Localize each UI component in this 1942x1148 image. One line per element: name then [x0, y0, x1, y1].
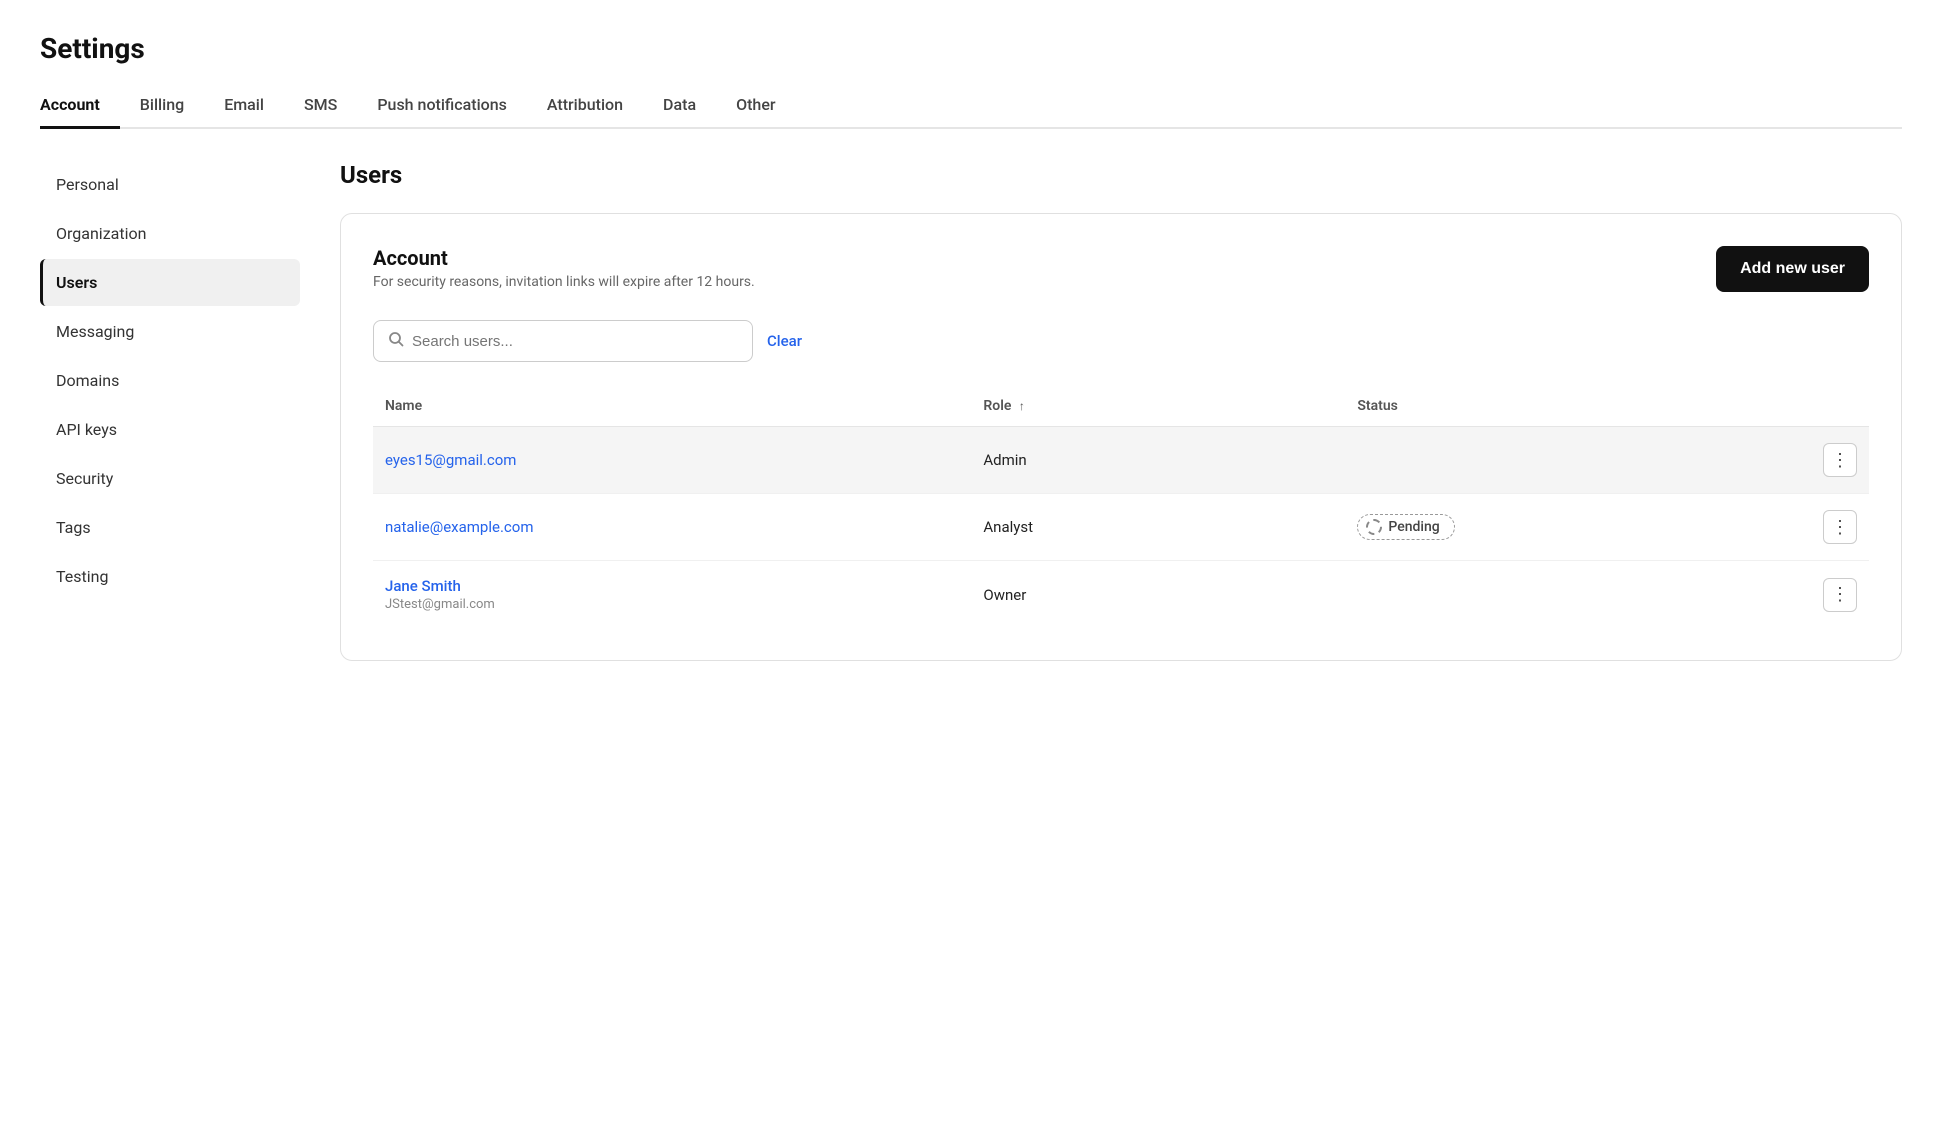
tab-email[interactable]: Email: [204, 85, 284, 129]
table-row: Jane Smith JStest@gmail.com Owner ⋮: [373, 561, 1869, 629]
user-name-cell: Jane Smith JStest@gmail.com: [373, 561, 971, 629]
sidebar-item-personal[interactable]: Personal: [40, 161, 300, 208]
tab-account[interactable]: Account: [40, 85, 120, 129]
clear-search-button[interactable]: Clear: [767, 332, 802, 350]
search-icon: [388, 331, 404, 351]
user-identifier[interactable]: natalie@example.com: [385, 518, 533, 536]
user-actions-cell: ⋮: [1719, 561, 1869, 629]
card-header-text: Account For security reasons, invitation…: [373, 246, 755, 290]
add-new-user-button[interactable]: Add new user: [1716, 246, 1869, 292]
col-header-status: Status: [1345, 390, 1719, 427]
row-actions-button[interactable]: ⋮: [1823, 578, 1857, 612]
sidebar: Personal Organization Users Messaging Do…: [40, 161, 320, 661]
user-name-cell: natalie@example.com: [373, 494, 971, 561]
user-identifier[interactable]: eyes15@gmail.com: [385, 451, 516, 469]
row-actions-button[interactable]: ⋮: [1823, 510, 1857, 544]
content-title: Users: [340, 161, 1902, 189]
search-input[interactable]: [412, 333, 738, 350]
page-wrapper: Settings Account Billing Email SMS Push …: [0, 0, 1942, 1148]
col-header-name: Name: [373, 390, 971, 427]
user-status-cell: Pending: [1345, 494, 1719, 561]
user-identifier[interactable]: Jane Smith: [385, 577, 959, 595]
user-role-cell: Admin: [971, 427, 1345, 494]
sidebar-item-tags[interactable]: Tags: [40, 504, 300, 551]
user-role-cell: Owner: [971, 561, 1345, 629]
sidebar-item-domains[interactable]: Domains: [40, 357, 300, 404]
card-header: Account For security reasons, invitation…: [373, 246, 1869, 292]
tab-sms[interactable]: SMS: [284, 85, 357, 129]
sidebar-item-security[interactable]: Security: [40, 455, 300, 502]
role-sort-arrow: ↑: [1019, 399, 1025, 413]
col-header-role[interactable]: Role ↑: [971, 390, 1345, 427]
user-name-cell: eyes15@gmail.com: [373, 427, 971, 494]
col-header-actions: [1719, 390, 1869, 427]
users-card: Account For security reasons, invitation…: [340, 213, 1902, 661]
status-badge: Pending: [1357, 514, 1454, 540]
table-header-row: Name Role ↑ Status: [373, 390, 1869, 427]
main-layout: Personal Organization Users Messaging Do…: [40, 161, 1902, 661]
tab-attribution[interactable]: Attribution: [527, 85, 643, 129]
row-actions-button[interactable]: ⋮: [1823, 443, 1857, 477]
sidebar-item-api-keys[interactable]: API keys: [40, 406, 300, 453]
sidebar-item-testing[interactable]: Testing: [40, 553, 300, 600]
card-account-desc: For security reasons, invitation links w…: [373, 274, 755, 290]
user-status-cell: [1345, 427, 1719, 494]
search-row: Clear: [373, 320, 1869, 362]
user-actions-cell: ⋮: [1719, 427, 1869, 494]
content-area: Users Account For security reasons, invi…: [320, 161, 1902, 661]
top-tabs-nav: Account Billing Email SMS Push notificat…: [40, 85, 1902, 129]
search-box-container: [373, 320, 753, 362]
table-row: eyes15@gmail.com Admin ⋮: [373, 427, 1869, 494]
sidebar-item-messaging[interactable]: Messaging: [40, 308, 300, 355]
user-status-cell: [1345, 561, 1719, 629]
user-role-cell: Analyst: [971, 494, 1345, 561]
sidebar-item-organization[interactable]: Organization: [40, 210, 300, 257]
table-row: natalie@example.com Analyst Pending: [373, 494, 1869, 561]
user-subtext: JStest@gmail.com: [385, 597, 959, 612]
users-table: Name Role ↑ Status: [373, 390, 1869, 628]
page-title: Settings: [40, 32, 1902, 65]
tab-other[interactable]: Other: [716, 85, 795, 129]
sidebar-item-users[interactable]: Users: [40, 259, 300, 306]
tab-data[interactable]: Data: [643, 85, 716, 129]
tab-push[interactable]: Push notifications: [357, 85, 527, 129]
pending-dot-icon: [1366, 519, 1382, 535]
tab-billing[interactable]: Billing: [120, 85, 204, 129]
user-actions-cell: ⋮: [1719, 494, 1869, 561]
card-account-title: Account: [373, 246, 755, 270]
